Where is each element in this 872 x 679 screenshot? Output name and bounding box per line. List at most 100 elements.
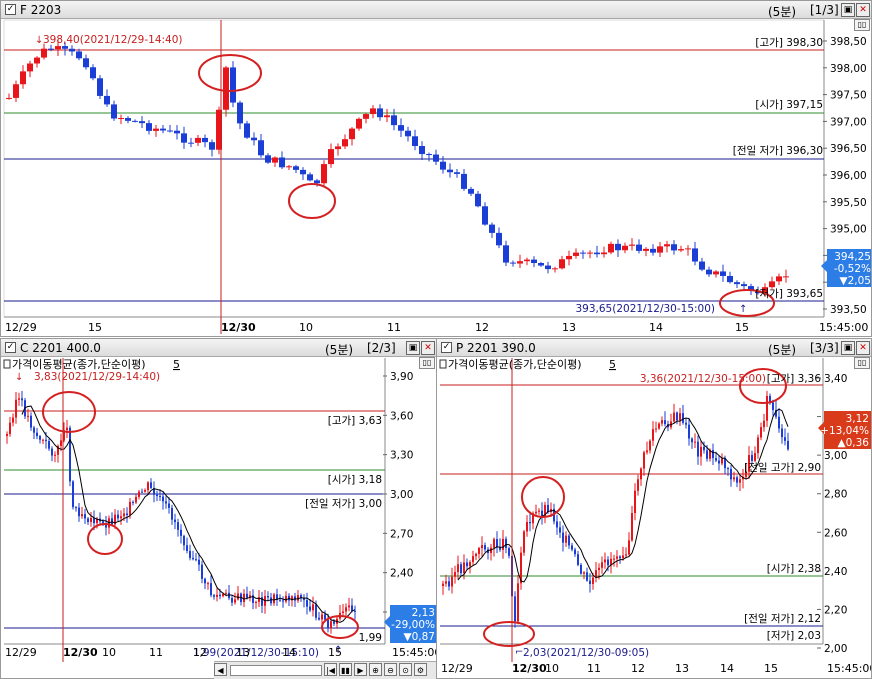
candle	[514, 596, 516, 622]
high-price-label: [고가] 3,36	[767, 373, 822, 385]
settings-icon[interactable]: ▣	[406, 341, 420, 355]
candle	[671, 244, 677, 251]
candle	[523, 531, 525, 553]
open-price-label: [시가] 397,15	[755, 99, 823, 111]
ma-period[interactable]: 5	[609, 358, 616, 371]
zoom-reset-icon[interactable]: ⊙	[399, 663, 412, 676]
candle	[20, 71, 26, 85]
candle	[538, 263, 544, 266]
candle	[664, 244, 670, 247]
candle	[219, 594, 221, 597]
candle	[174, 519, 176, 523]
price-chart-c[interactable]: 가격이동평균(종가,단순이평) 5 ↓ 3,83(2021/12/29-14:4…	[1, 356, 437, 662]
x-tick-label: 13	[236, 646, 250, 659]
candle	[694, 441, 696, 443]
candle	[412, 136, 418, 147]
candle	[370, 108, 376, 115]
candle	[503, 245, 509, 263]
candle	[655, 428, 657, 430]
x-tick-label: 11	[587, 662, 601, 675]
candle	[201, 564, 203, 579]
candle	[159, 496, 161, 498]
candle	[625, 554, 627, 556]
candle	[679, 413, 681, 421]
candle	[118, 118, 124, 120]
candle	[282, 600, 284, 602]
candle	[349, 128, 355, 140]
candle	[571, 545, 573, 550]
zoom-in-icon[interactable]: ⊕	[369, 663, 382, 676]
x-tick-label: 12	[475, 321, 489, 334]
scroll-next-button[interactable]: ▶	[354, 663, 367, 676]
candle	[213, 595, 215, 597]
candle	[601, 562, 603, 568]
scroll-thumb[interactable]	[230, 665, 322, 676]
scroll-left-button[interactable]: ◀	[214, 663, 227, 676]
candle	[342, 139, 348, 147]
candle	[461, 173, 467, 189]
low-marker-label: 393,65(2021/12/30-15:00)	[576, 303, 716, 315]
candle	[398, 125, 404, 131]
chart-scrollbar[interactable]: ◀ |◀ ▮▮ ▶ ⊕ ⊖ ⊙ ⚙	[214, 661, 436, 679]
price-chart-p[interactable]: 가격이동평균(종가,단순이평) 5 3,36(2021/12/30-15:00)…	[437, 356, 871, 662]
candle	[657, 246, 663, 253]
chart-mode-icon[interactable]: ▯▯	[854, 357, 870, 369]
x-tick-label: 10	[102, 646, 116, 659]
ma-label: 가격이동평균(종가,단순이평)	[12, 358, 146, 371]
x-tick-label: 15:45:00	[827, 662, 871, 675]
candle	[482, 206, 488, 225]
zoom-out-icon[interactable]: ⊖	[384, 663, 397, 676]
candle	[286, 166, 292, 168]
ma-period[interactable]: 5	[173, 358, 180, 371]
candle	[12, 417, 14, 423]
candle	[255, 601, 257, 603]
close-icon[interactable]: ✕	[856, 341, 870, 355]
candle	[132, 120, 138, 122]
chart-mode-icon[interactable]: ▯▯	[419, 357, 435, 369]
candle	[730, 468, 732, 480]
candle	[574, 549, 576, 555]
open-price-label: [시가] 2,38	[767, 563, 821, 575]
candle	[60, 440, 62, 446]
candle	[138, 491, 140, 497]
x-tick-label: 12/29	[5, 646, 37, 659]
scroll-first-button[interactable]: |◀	[324, 663, 337, 676]
candle	[39, 436, 41, 440]
candle	[426, 154, 432, 156]
panel-checkbox[interactable]: ✓	[441, 342, 452, 353]
candle	[442, 583, 444, 586]
candle	[165, 501, 167, 504]
close-icon[interactable]: ✕	[856, 3, 870, 17]
panel-checkbox[interactable]: ✓	[5, 4, 16, 15]
candle	[13, 84, 19, 98]
candle	[529, 521, 531, 524]
y-tick-label: 2,60	[824, 527, 847, 539]
candle	[188, 142, 194, 144]
x-tick-label: 15	[88, 321, 102, 334]
pause-icon[interactable]: ▮▮	[339, 663, 352, 676]
candle	[342, 611, 344, 613]
x-tick-label: 14	[649, 321, 663, 334]
candle	[628, 540, 630, 555]
candle	[481, 545, 483, 549]
candle	[234, 599, 236, 603]
panel-title: P 2201 390.0	[456, 341, 536, 355]
panel-checkbox[interactable]: ✓	[5, 342, 16, 353]
indicator-icon	[439, 359, 447, 369]
settings-icon[interactable]: ⚙	[414, 663, 427, 676]
high-marker-label: 3,36(2021/12/30-15:00)	[640, 373, 766, 385]
candle	[351, 605, 353, 611]
settings-icon[interactable]: ▣	[841, 341, 855, 355]
candle	[587, 252, 593, 254]
price-chart-f[interactable]: ↓ 398,40(2021/12/29-14:40) [고가] 398,30 […	[1, 18, 871, 336]
candle	[589, 580, 591, 585]
high-marker-label: 3,83(2021/12/29-14:40)	[34, 371, 160, 383]
y-tick-label: 3,30	[390, 450, 413, 462]
settings-icon[interactable]: ▣	[841, 3, 855, 17]
close-icon[interactable]: ✕	[421, 341, 435, 355]
candle	[700, 446, 702, 457]
candle	[739, 479, 741, 483]
candle	[685, 248, 691, 250]
y-tick-label: 396,00	[830, 170, 867, 182]
chart-mode-icon[interactable]: ▯▯	[854, 19, 870, 31]
